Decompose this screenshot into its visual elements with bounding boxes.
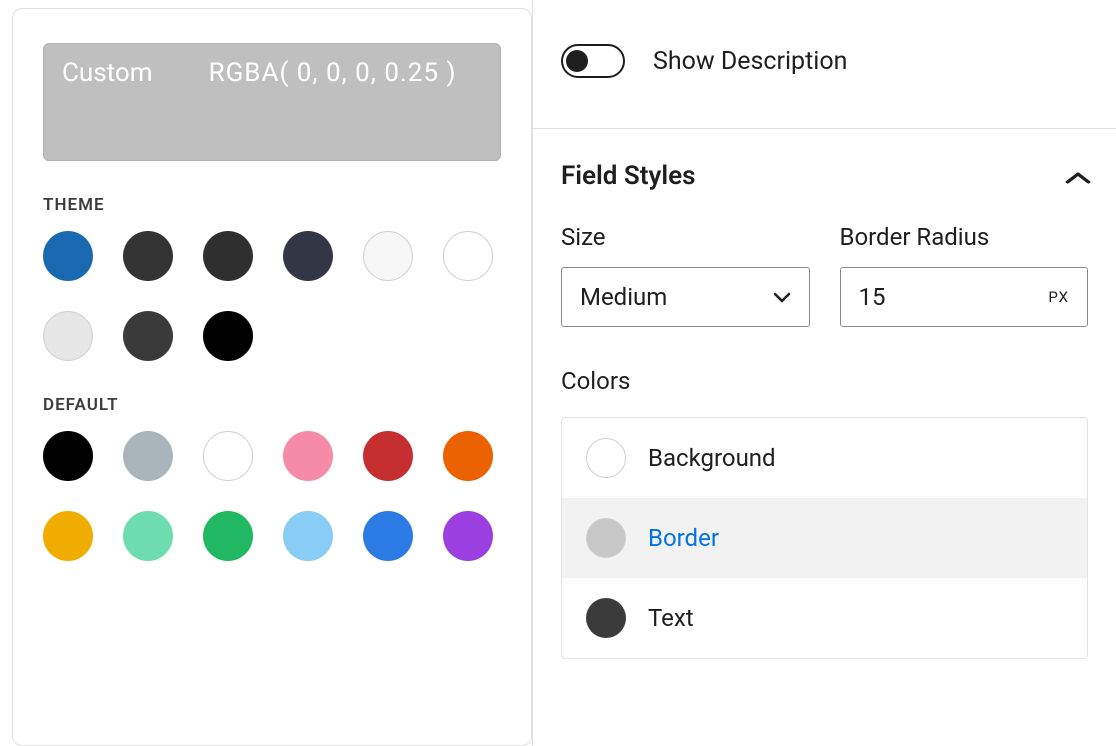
theme-swatch-grid [43,231,501,361]
color-item-label: Background [648,444,776,472]
border-radius-field: Border Radius 15 PX [840,223,1089,327]
color-item-text[interactable]: Text [562,578,1087,658]
border-radius-value: 15 [859,283,886,311]
color-swatch[interactable] [363,511,413,561]
color-swatch[interactable] [203,511,253,561]
custom-value: RGBA( 0, 0, 0, 0.25 ) [209,58,457,88]
default-swatch-grid [43,431,501,561]
custom-label: Custom [62,58,153,88]
default-section-label: DEFAULT [43,395,501,415]
color-swatch[interactable] [43,431,93,481]
color-swatch[interactable] [123,431,173,481]
color-item-label: Border [648,524,719,552]
color-swatch[interactable] [43,511,93,561]
size-select[interactable]: Medium [561,267,810,327]
theme-section-label: THEME [43,195,501,215]
size-value: Medium [580,283,667,311]
show-description-row: Show Description [533,0,1116,128]
field-styles-panel-header[interactable]: Field Styles [533,128,1116,223]
color-item-label: Text [648,604,694,632]
color-swatch[interactable] [363,431,413,481]
color-swatch[interactable] [203,311,253,361]
border-radius-unit: PX [1048,288,1069,306]
color-swatch[interactable] [363,231,413,281]
color-swatch-icon [586,598,626,638]
color-item-background[interactable]: Background [562,418,1087,498]
border-radius-input[interactable]: 15 PX [840,267,1089,327]
panel-title: Field Styles [561,161,696,191]
size-field: Size Medium [561,223,810,327]
color-picker-popover: Custom RGBA( 0, 0, 0, 0.25 ) THEME DEFAU… [12,8,532,746]
color-swatch[interactable] [283,511,333,561]
color-swatch[interactable] [443,431,493,481]
background-ghost [1,553,565,617]
show-description-toggle[interactable] [561,44,625,78]
settings-sidebar: Show Description Field Styles Size Mediu… [532,0,1116,746]
color-item-border[interactable]: Border [562,498,1087,578]
color-swatch[interactable] [123,231,173,281]
chevron-down-icon [773,292,791,303]
color-swatch[interactable] [283,231,333,281]
color-swatch[interactable] [283,431,333,481]
color-swatch-icon [586,438,626,478]
show-description-label: Show Description [653,47,847,76]
chevron-up-icon [1065,162,1091,190]
color-swatch[interactable] [443,511,493,561]
color-swatch-icon [586,518,626,558]
size-label: Size [561,223,810,251]
color-swatch[interactable] [203,431,253,481]
colors-panel: Background Border Text [561,417,1088,659]
size-radius-row: Size Medium Border Radius 15 PX [561,223,1088,327]
color-swatch[interactable] [203,231,253,281]
color-swatch[interactable] [123,511,173,561]
color-swatch[interactable] [123,311,173,361]
custom-color-swatch[interactable]: Custom RGBA( 0, 0, 0, 0.25 ) [43,43,501,161]
color-swatch[interactable] [443,231,493,281]
border-radius-label: Border Radius [840,223,1089,251]
colors-label: Colors [561,367,1088,395]
field-styles-panel-body: Size Medium Border Radius 15 PX [533,223,1116,679]
toggle-knob [566,50,588,72]
color-swatch[interactable] [43,231,93,281]
color-swatch[interactable] [43,311,93,361]
